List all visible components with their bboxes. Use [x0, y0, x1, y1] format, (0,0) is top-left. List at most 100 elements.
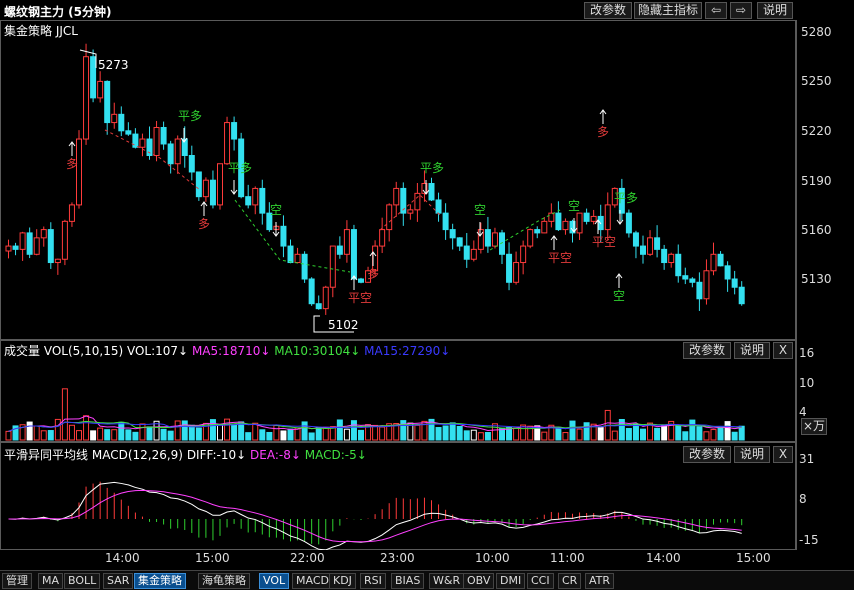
candle-body — [661, 248, 668, 264]
candle-body — [40, 229, 47, 239]
candle-body — [520, 245, 527, 264]
candle-body — [202, 179, 209, 198]
candle-body — [668, 253, 675, 264]
volume-ma15: MA15:27290↓ — [364, 344, 451, 358]
volume-bar — [111, 429, 118, 441]
volume-axis-label: 10 — [799, 376, 815, 390]
volume-bar — [661, 424, 668, 441]
candle-body — [442, 212, 449, 231]
volume-bar — [252, 422, 259, 441]
candle-body — [224, 122, 231, 165]
tab-cr[interactable]: CR — [558, 573, 582, 589]
candle-body — [632, 232, 639, 247]
tab-atr[interactable]: ATR — [585, 573, 615, 589]
low-marker-line — [313, 315, 354, 333]
volume-close-button[interactable]: X — [773, 342, 793, 359]
tab-boll[interactable]: BOLL — [64, 573, 101, 589]
signal-label: 平多 — [228, 161, 252, 175]
candle-body — [47, 229, 54, 264]
tab-sar[interactable]: SAR — [103, 573, 134, 589]
tab-kdj[interactable]: KDJ — [329, 573, 356, 589]
volume-bar — [583, 422, 590, 441]
volume-bar — [710, 429, 717, 441]
candle-body — [97, 80, 104, 99]
price-label: 5250 — [801, 74, 832, 88]
candle-body — [583, 212, 590, 222]
volume-help-button[interactable]: 说明 — [734, 342, 770, 359]
volume-bar — [675, 425, 682, 441]
tab-manage[interactable]: 管理 — [2, 573, 32, 589]
candle-body — [245, 196, 252, 206]
candle-body — [456, 237, 463, 247]
volume-bar — [470, 429, 477, 441]
volume-bar — [54, 418, 61, 441]
candle-body — [160, 127, 167, 145]
macd-help-button[interactable]: 说明 — [734, 446, 770, 463]
tab-bias[interactable]: BIAS — [391, 573, 425, 589]
tab-dmi[interactable]: DMI — [496, 573, 526, 589]
volume-ma10: MA10:30104↓ — [274, 344, 361, 358]
signal-label: 平多 — [420, 161, 444, 175]
macd-close-button[interactable]: X — [773, 446, 793, 463]
volume-bar — [195, 427, 202, 441]
volume-bar — [322, 426, 329, 441]
tab-jjcl[interactable]: 集金策略 — [134, 573, 186, 589]
volume-bar — [224, 418, 231, 441]
tab-ma[interactable]: MA — [38, 573, 64, 589]
candle-body — [640, 245, 646, 255]
volume-bar — [146, 426, 153, 441]
macd-params-button[interactable]: 改参数 — [683, 446, 731, 463]
candle-body — [534, 229, 541, 234]
candle-body — [463, 245, 470, 260]
candle-body — [61, 220, 68, 260]
volume-bar — [562, 432, 569, 441]
price-label: 5280 — [801, 25, 832, 39]
volume-bar — [273, 424, 280, 441]
candle-body — [209, 179, 216, 206]
candle-body — [710, 253, 717, 272]
candle-body — [407, 209, 414, 214]
tab-macd[interactable]: MACD — [292, 573, 333, 589]
candle-body — [590, 215, 597, 222]
candle-body — [541, 220, 548, 234]
tab-rsi[interactable]: RSI — [360, 573, 386, 589]
macd-axis-label: -15 — [799, 533, 819, 547]
volume-bar — [104, 429, 111, 441]
tab-wr[interactable]: W&R — [429, 573, 465, 589]
candle-body — [484, 229, 491, 247]
volume-bar — [33, 425, 40, 441]
candle-body — [513, 262, 520, 283]
volume-bar — [47, 430, 54, 441]
tab-obv[interactable]: OBV — [463, 573, 495, 589]
volume-params-button[interactable]: 改参数 — [683, 342, 731, 359]
macd-header: 平滑异同平均线 MACD(12,26,9) DIFF:-10↓ DEA:-8↓ … — [4, 446, 367, 463]
signal-label: 多 — [198, 217, 210, 231]
tab-cci[interactable]: CCI — [527, 573, 554, 589]
volume-bar — [682, 431, 689, 441]
candle-body — [358, 278, 364, 283]
volume-bar — [61, 388, 68, 441]
candlestick-chart[interactable]: 多平多多平多空平空多平多空平空空多平空平多空 — [0, 0, 796, 550]
candle-body — [696, 281, 703, 300]
volume-bar — [167, 430, 174, 441]
price-label: 5130 — [801, 272, 832, 286]
volume-bar — [724, 421, 731, 441]
candle-body — [379, 229, 386, 247]
candle-body — [350, 229, 357, 280]
volume-bar — [689, 419, 696, 441]
volume-bar — [513, 427, 520, 441]
tab-turtle[interactable]: 海龟策略 — [198, 573, 250, 589]
volume-bar — [5, 430, 12, 441]
volume-bar — [379, 426, 386, 441]
time-label: 22:00 — [290, 551, 325, 565]
macd-value: MACD:-5↓ — [304, 448, 367, 462]
tab-vol[interactable]: VOL — [259, 573, 290, 589]
signal-label: 多 — [367, 267, 379, 281]
candle-body — [195, 171, 202, 198]
volume-unit-button[interactable]: ×万 — [801, 418, 827, 435]
candle-body — [294, 253, 301, 264]
volume-bar — [343, 428, 350, 441]
volume-bar — [477, 432, 484, 441]
time-label: 23:00 — [380, 551, 415, 565]
indicator-tab-bar: 管理 MA BOLL SAR 集金策略 海龟策略 VOL MACD KDJ RS… — [0, 570, 854, 590]
